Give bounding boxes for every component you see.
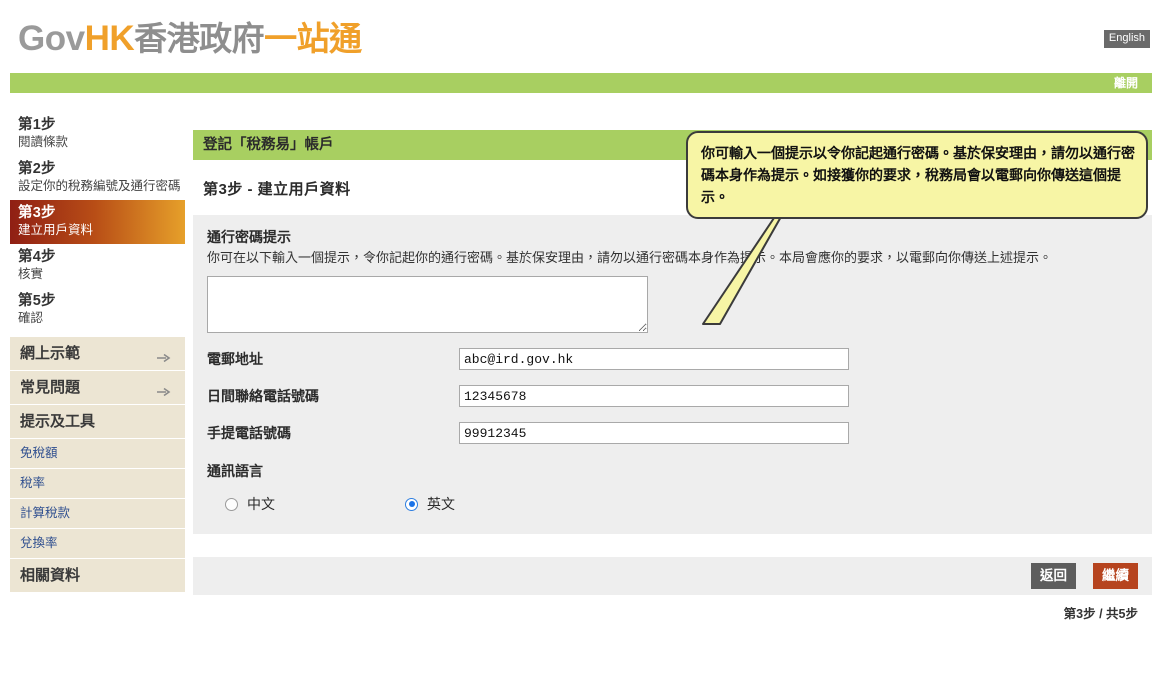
sidebar-link-2[interactable]: 稅率	[10, 469, 185, 499]
sidebar-step-2[interactable]: 第2步設定你的稅務編號及通行密碼	[10, 156, 185, 200]
sidebar-step-number: 第4步	[18, 249, 56, 265]
sidebar-step-1[interactable]: 第1步閱讀條款	[10, 112, 185, 156]
mobile-phone-field[interactable]	[459, 422, 849, 444]
sidebar-step-5[interactable]: 第5步確認	[10, 288, 185, 332]
sidebar-section-related-info[interactable]: 相關資料	[10, 559, 185, 593]
sidebar-step-description: 核實	[18, 267, 44, 281]
form-row-3: 手提電話號碼	[207, 422, 1138, 444]
site-header: GovHK香港政府一站通 English	[0, 0, 1162, 73]
language-english-button[interactable]: English	[1103, 30, 1150, 48]
sidebar-section-1[interactable]: 網上示範	[10, 337, 185, 371]
sidebar-steps: 第1步閱讀條款第2步設定你的稅務編號及通行密碼 第3步建立用戶資料 第4步核實第5步…	[10, 112, 185, 332]
sidebar-step-4[interactable]: 第4步核實	[10, 244, 185, 288]
logo-gov-text: Gov	[18, 19, 85, 58]
sidebar-step-number: 第3步	[18, 205, 56, 221]
leave-button[interactable]: 離開	[1114, 75, 1138, 91]
language-heading: 通訊語言	[207, 463, 263, 479]
sidebar-step-description: 確認	[18, 311, 44, 325]
sidebar-step-description: 閱讀條款	[18, 135, 69, 149]
sidebar-section-3[interactable]: 提示及工具	[10, 405, 185, 439]
radio-button[interactable]	[405, 497, 418, 511]
mobile-phone-field-label: 手提電話號碼	[207, 425, 291, 441]
sidebar-step-number: 第5步	[18, 293, 56, 309]
password-hint-description: 你可在以下輸入一個提示，令你記起你的通行密碼。基於保安理由，請勿以通行密碼本身作…	[207, 250, 1053, 265]
sidebar-step-number: 第1步	[18, 117, 56, 133]
password-hint-callout: 你可輸入一個提示以令你記起通行密碼。基於保安理由，請勿以通行密碼本身作為提示。如…	[686, 131, 1148, 219]
daytime-phone-field[interactable]	[459, 385, 849, 407]
radio-button[interactable]	[225, 497, 238, 511]
step-progress-indicator: 第3步 / 共5步	[1063, 607, 1138, 621]
govhk-logo[interactable]: GovHK香港政府一站通	[18, 19, 362, 59]
continue-button[interactable]: 繼續	[1093, 563, 1138, 589]
action-button-bar: 返回 繼續	[193, 557, 1152, 595]
email-field-label: 電郵地址	[207, 351, 263, 367]
logo-chinese-gray: 香港政府	[134, 20, 265, 57]
daytime-phone-field-label: 日間聯絡電話號碼	[207, 388, 319, 404]
sidebar-step-description: 設定你的稅務編號及通行密碼	[18, 179, 181, 193]
form-panel: 通行密碼提示 你可在以下輸入一個提示，令你記起你的通行密碼。基於保安理由，請勿以…	[193, 215, 1152, 534]
logo-hk-text: HK	[84, 19, 135, 58]
sidebar-step-3[interactable]: 第3步建立用戶資料	[10, 200, 185, 244]
sidebar-sections: 網上示範常見問題提示及工具免稅額 稅率 計算稅款 兌換率 相關資料	[10, 337, 185, 593]
sidebar-section-2[interactable]: 常見問題	[10, 371, 185, 405]
email-field[interactable]	[459, 348, 849, 370]
sidebar-section-label: 網上示範	[20, 345, 81, 362]
page-root: GovHK香港政府一站通 English 離開 第1步閱讀條款第2步設定你的稅務…	[0, 0, 1162, 673]
language-radio-group: 中文 英文	[207, 494, 1138, 518]
sidebar-section-label: 提示及工具	[20, 413, 96, 430]
logo-chinese-orange: 一站通	[264, 20, 362, 57]
sidebar-step-number: 第2步	[18, 161, 56, 177]
sidebar-link-4[interactable]: 兌換率	[10, 529, 185, 559]
language-option-1[interactable]: 中文	[207, 494, 401, 514]
form-row-1: 電郵地址	[207, 348, 1138, 370]
callout-text: 你可輸入一個提示以令你記起通行密碼。基於保安理由，請勿以通行密碼本身作為提示。如…	[701, 145, 1135, 205]
language-option-label: 英文	[427, 496, 455, 512]
sidebar: 第1步閱讀條款第2步設定你的稅務編號及通行密碼 第3步建立用戶資料 第4步核實第5步…	[10, 112, 185, 593]
arrow-right-icon	[157, 349, 171, 362]
form-row-2: 日間聯絡電話號碼	[207, 385, 1138, 407]
form-fields: 電郵地址日間聯絡電話號碼手提電話號碼	[207, 348, 1138, 444]
password-hint-label: 通行密碼提示	[207, 229, 291, 245]
password-hint-textarea[interactable]	[207, 276, 648, 333]
back-button[interactable]: 返回	[1031, 563, 1076, 589]
arrow-right-icon	[157, 383, 171, 396]
sidebar-section-label: 常見問題	[20, 379, 81, 396]
language-option-2[interactable]: 英文	[401, 494, 455, 514]
sidebar-link-1[interactable]: 免稅額	[10, 439, 185, 469]
sidebar-link-3[interactable]: 計算稅款	[10, 499, 185, 529]
language-option-label: 中文	[247, 496, 275, 512]
top-nav-bar: 離開	[10, 73, 1152, 93]
sidebar-step-description: 建立用戶資料	[18, 223, 94, 237]
